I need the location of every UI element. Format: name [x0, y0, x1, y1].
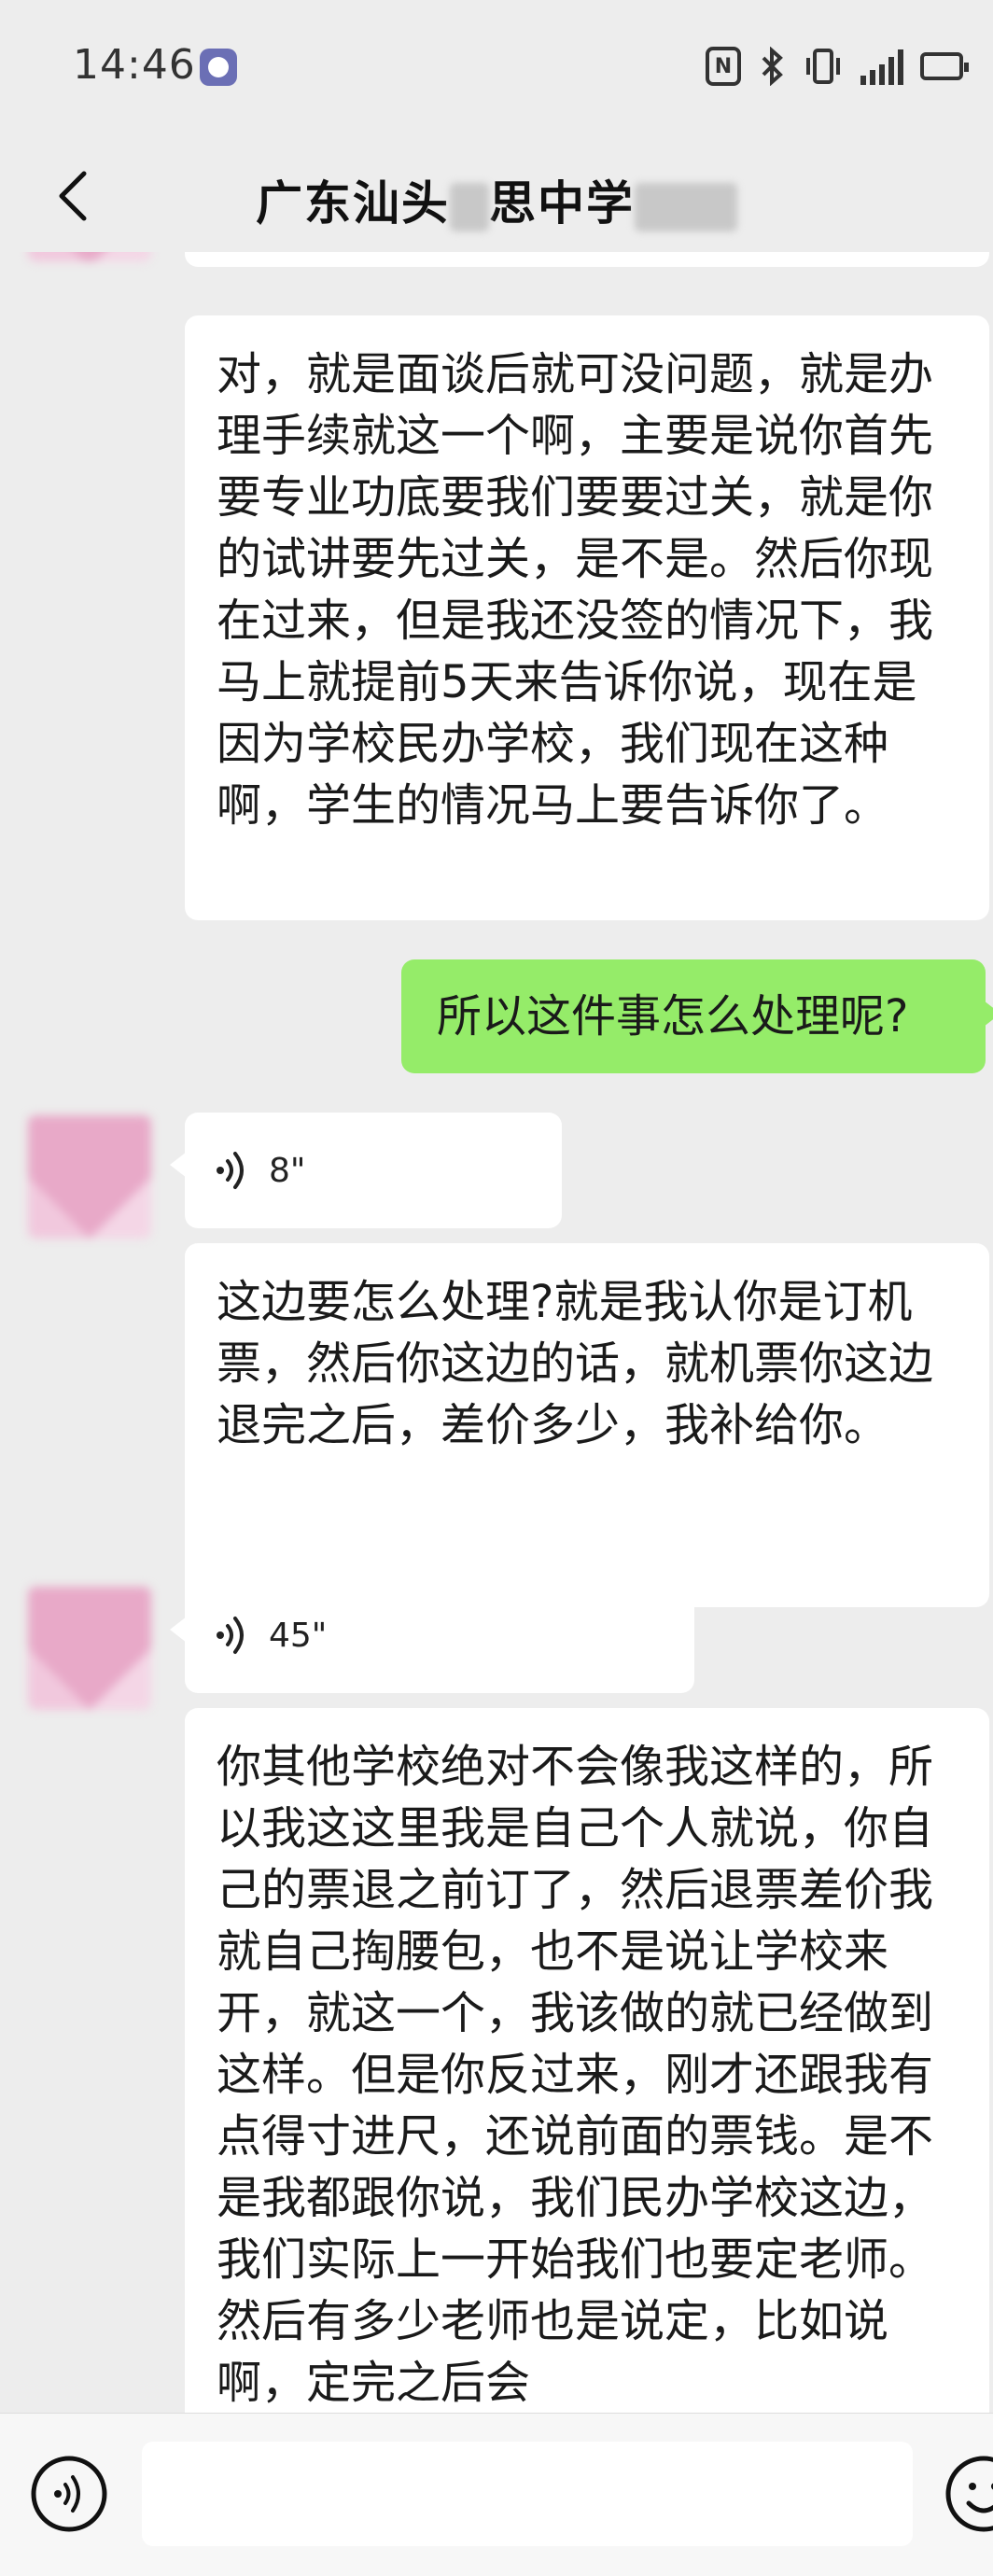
chat-header: 广东汕头 思中学 — [0, 140, 993, 252]
bluetooth-icon — [758, 47, 786, 86]
nfc-icon: N — [706, 47, 741, 86]
chat-title: 广东汕头 思中学 — [0, 166, 993, 233]
input-bar — [0, 2413, 993, 2576]
signal-icon — [860, 48, 903, 85]
message-list[interactable]: 对，就是面谈后就可没问题，就是办理手续就这一个啊，主要是说你首先要专业功底要我们… — [0, 252, 993, 2413]
contact-avatar[interactable] — [28, 252, 151, 261]
message-text[interactable]: 对，就是面谈后就可没问题，就是办理手续就这一个啊，主要是说你首先要专业功底要我们… — [185, 315, 989, 920]
voice-message[interactable]: 45" — [170, 1577, 694, 1693]
voice-wave-icon — [217, 1152, 244, 1189]
status-bar: 14:46 N — [0, 0, 993, 140]
message-bubble-partial[interactable] — [185, 252, 989, 267]
message-text-self[interactable]: 所以这件事怎么处理呢? — [401, 959, 993, 1073]
redacted-block — [450, 182, 489, 231]
message-text[interactable]: 你其他学校绝对不会像我这样的，所以我这这里我是自己个人就说，你自己的票退之前订了… — [185, 1708, 989, 2413]
message-input[interactable] — [142, 2442, 913, 2546]
voice-mode-icon — [31, 2456, 107, 2532]
voice-message[interactable]: 8" — [170, 1113, 562, 1228]
contact-avatar[interactable] — [28, 1115, 151, 1239]
voice-duration: 8" — [269, 1151, 306, 1190]
chat-title-prefix: 广东汕头 — [256, 176, 450, 231]
emoji-button[interactable] — [943, 2453, 993, 2535]
voice-mode-button[interactable] — [28, 2453, 110, 2535]
message-text[interactable]: 这边要怎么处理?就是我认你是订机票，然后你这边的话，就机票你这边退完之后，差价多… — [185, 1243, 989, 1607]
voice-wave-icon — [217, 1617, 244, 1654]
contact-avatar[interactable] — [28, 1587, 151, 1710]
battery-icon — [920, 52, 969, 80]
status-time: 14:46 — [73, 41, 196, 89]
chat-title-middle: 思中学 — [489, 176, 635, 231]
status-icons: N — [706, 43, 993, 90]
bear-app-icon — [200, 49, 237, 86]
vibrate-icon — [803, 47, 844, 86]
voice-duration: 45" — [269, 1616, 328, 1655]
emoji-icon — [945, 2456, 993, 2532]
redacted-block — [635, 182, 737, 231]
